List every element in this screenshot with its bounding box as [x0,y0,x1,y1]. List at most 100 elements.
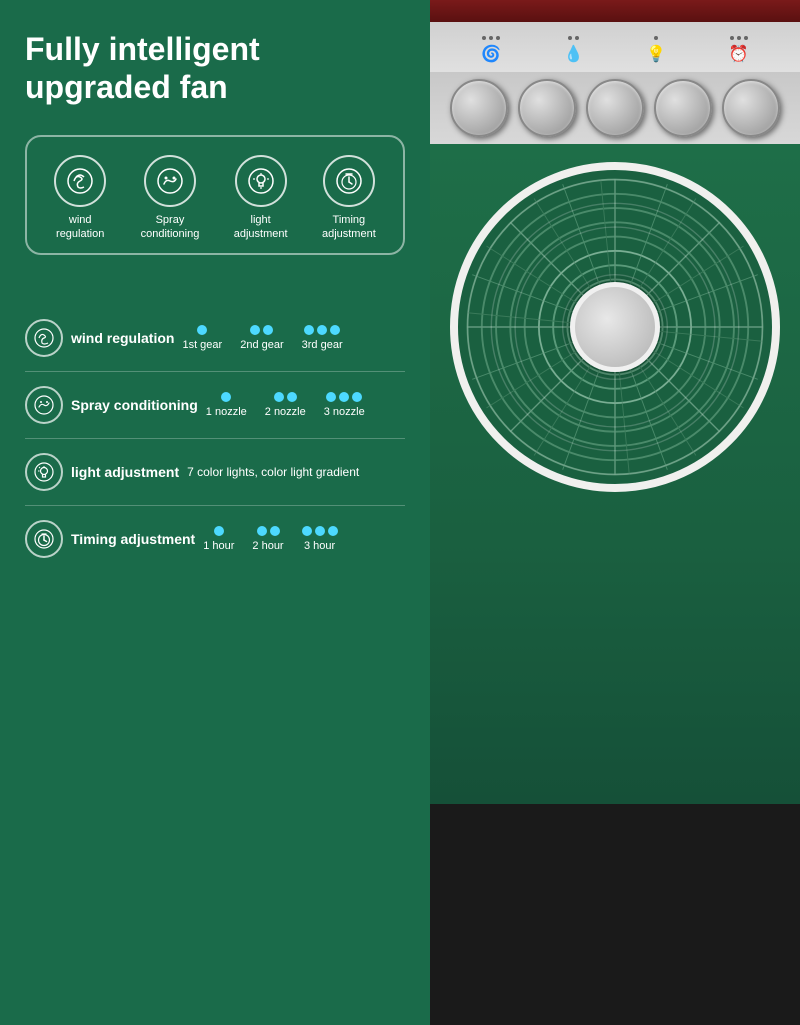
spray-dot-3c [352,392,362,402]
cdot-7 [730,36,734,40]
feature-light: lightadjustment [234,155,288,242]
cdot-5 [575,36,579,40]
spray-dot-3a [326,392,336,402]
light-label: lightadjustment [234,213,288,242]
cdot-6 [654,36,658,40]
knob-5[interactable] [722,79,780,137]
timing-1: 1 hour [203,526,234,552]
timing-3-label: 3 hour [304,540,335,552]
cdot-4 [568,36,572,40]
timing-icon [323,155,375,207]
spec-light-icon [25,453,63,491]
timing-2-label: 2 hour [252,540,283,552]
wind-dot-2b [263,325,273,335]
feature-wind: windregulation [54,155,106,242]
left-panel: Fully intelligent upgraded fan windregul… [0,0,430,1025]
wind-3rd-label: 3rd gear [302,339,343,351]
spray-options: 1 nozzle 2 nozzle 3 nozzle [206,392,405,418]
spray-dot-2b [287,392,297,402]
ctrl-fan-dots [482,36,500,40]
wind-icon [54,155,106,207]
timing-3: 3 hour [302,526,338,552]
wind-dot-3c [330,325,340,335]
knob-1[interactable] [450,79,508,137]
knob-4[interactable] [654,79,712,137]
spec-light-row: light adjustment 7 color lights, color l… [25,439,405,506]
ctrl-spray-dots [568,36,579,40]
wind-3rd: 3rd gear [302,325,343,351]
spray-1-label: 1 nozzle [206,406,247,418]
main-title: Fully intelligent upgraded fan [25,30,405,107]
spray-icon [144,155,196,207]
wind-dot-3b [317,325,327,335]
timing-dot-3b [315,526,325,536]
feature-timing: Timingadjustment [322,155,376,242]
wind-label: windregulation [56,213,104,242]
wind-dot-1 [197,325,207,335]
cdot-1 [482,36,486,40]
knob-3[interactable] [586,79,644,137]
spray-dot-3b [339,392,349,402]
feature-spray: Sprayconditioning [141,155,200,242]
spec-spray-row: Spray conditioning 1 nozzle 2 nozzle [25,372,405,439]
spec-spray-name: Spray conditioning [71,396,198,414]
spray-dot-2a [274,392,284,402]
fan-center-hub [570,282,660,372]
spray-3-label: 3 nozzle [324,406,365,418]
timer-ctrl-icon: ⏰ [729,44,749,64]
knob-2[interactable] [518,79,576,137]
cdot-3 [496,36,500,40]
cdot-9 [744,36,748,40]
ctrl-timer-dots [730,36,748,40]
spec-light-name: light adjustment [71,463,179,481]
fan-grille-area [430,144,800,804]
spec-timing-icon [25,520,63,558]
light-icon [235,155,287,207]
ctrl-spray-grp: 💧 [564,36,584,64]
spray-ctrl-icon: 💧 [564,44,584,64]
wind-dot-2a [250,325,260,335]
right-panel: .right-panel { background: #1a1a1a; posi… [430,0,800,1025]
light-ctrl-icon: 💡 [646,44,666,64]
timing-dot-2a [257,526,267,536]
cdot-8 [737,36,741,40]
spec-timing-name: Timing adjustment [71,530,195,548]
spec-wind-row: wind regulation 1st gear 2nd gear [25,305,405,372]
spray-2: 2 nozzle [265,392,306,418]
wind-1st-label: 1st gear [182,339,222,351]
cdot-2 [489,36,493,40]
timing-dot-1 [214,526,224,536]
fan-knobs-area [430,72,800,144]
ctrl-timer-grp: ⏰ [729,36,749,64]
wind-1st: 1st gear [182,325,222,351]
spec-spray-icon [25,386,63,424]
fan-top-red [430,0,800,22]
spray-label: Sprayconditioning [141,213,200,242]
spec-wind-icon [25,319,63,357]
ctrl-fan-grp: 🌀 [481,36,501,64]
wind-dot-3a [304,325,314,335]
timing-options: 1 hour 2 hour 3 hour [203,526,405,552]
timing-dot-3a [302,526,312,536]
spray-3: 3 nozzle [324,392,365,418]
timing-dot-2b [270,526,280,536]
wind-2nd: 2nd gear [240,325,283,351]
wind-options: 1st gear 2nd gear 3rd gear [182,325,405,351]
spray-2-label: 2 nozzle [265,406,306,418]
spray-1: 1 nozzle [206,392,247,418]
features-box: windregulation Sprayconditioning [25,135,405,256]
timing-dot-3c [328,526,338,536]
ctrl-light-grp: 💡 [646,36,666,64]
wind-2nd-label: 2nd gear [240,339,283,351]
spec-wind-name: wind regulation [71,329,174,347]
light-desc: 7 color lights, color light gradient [187,465,359,479]
spray-dot-1 [221,392,231,402]
fan-grille-outer [450,162,780,492]
timing-label: Timingadjustment [322,213,376,242]
spec-section: wind regulation 1st gear 2nd gear [25,305,405,572]
spec-timing-row: Timing adjustment 1 hour 2 hour [25,506,405,572]
fan-ctrl-top: 🌀 💧 💡 ⏰ [430,22,800,72]
timing-1-label: 1 hour [203,540,234,552]
ctrl-light-dots [654,36,658,40]
fan-ctrl-icon: 🌀 [481,44,501,64]
